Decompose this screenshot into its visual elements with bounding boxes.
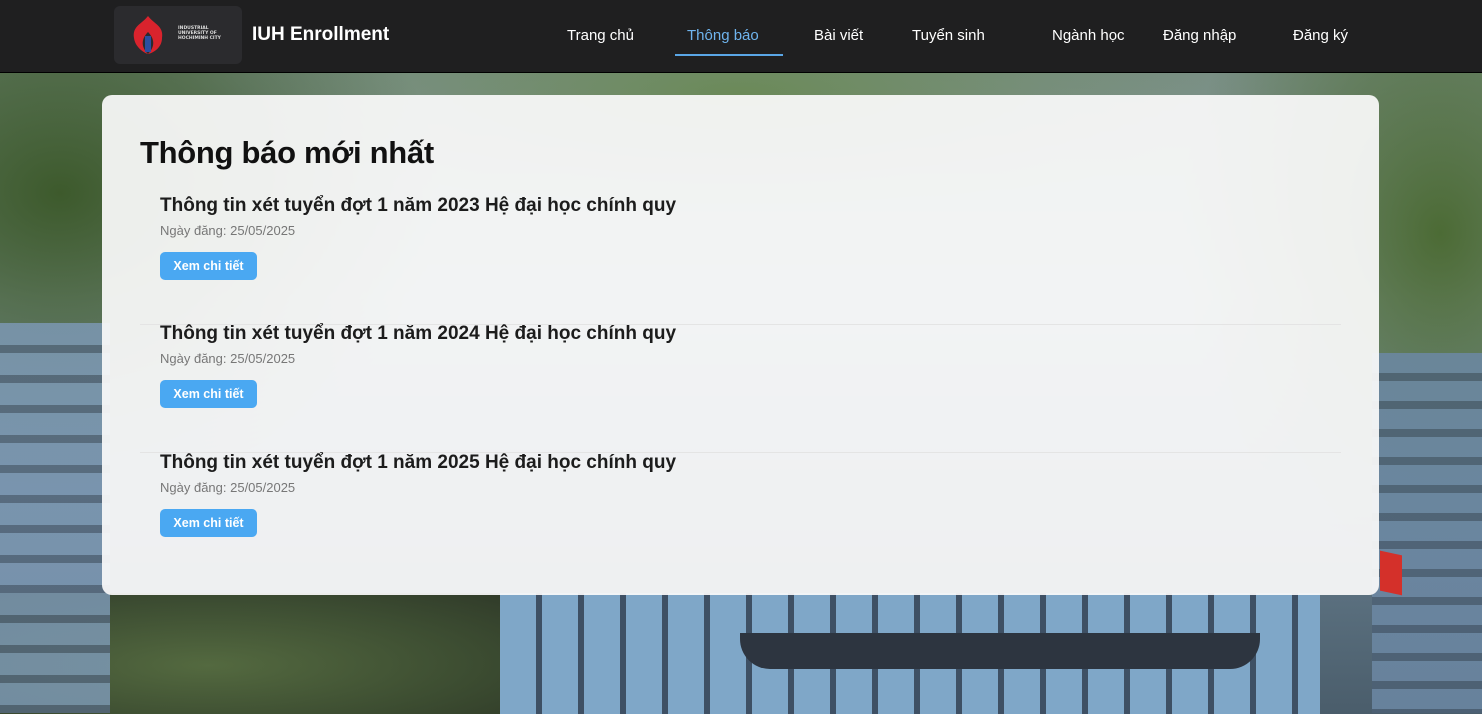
background-canopy [740,633,1260,669]
nav-majors[interactable]: Ngành học [1052,27,1125,44]
notice-title[interactable]: Thông tin xét tuyển đợt 1 năm 2025 Hệ đạ… [160,452,676,474]
brand-title[interactable]: IUH Enrollment [252,24,389,46]
nav-register[interactable]: Đăng ký [1293,27,1348,44]
nav-home[interactable]: Trang chủ [567,27,634,44]
page-title: Thông báo mới nhất [140,135,434,170]
announcements-card: Thông báo mới nhất Thông tin xét tuyển đ… [102,95,1379,595]
flame-logo-icon [133,16,163,54]
background-building-left [0,323,110,713]
top-navbar: INDUSTRIAL UNIVERSITY OF HOCHIMINH CITY … [0,0,1482,73]
view-details-button[interactable]: Xem chi tiết [160,509,257,537]
logo-caption: INDUSTRIAL UNIVERSITY OF HOCHIMINH CITY [178,26,221,41]
notice-item: Thông tin xét tuyển đợt 1 năm 2024 Hệ đạ… [140,323,1341,453]
notice-date: Ngày đăng: 25/05/2025 [160,223,296,238]
notice-item: Thông tin xét tuyển đợt 1 năm 2025 Hệ đạ… [140,452,1341,582]
view-details-button[interactable]: Xem chi tiết [160,380,257,408]
background-flag [1380,550,1402,596]
iuh-logo[interactable]: INDUSTRIAL UNIVERSITY OF HOCHIMINH CITY [114,6,242,64]
notice-date: Ngày đăng: 25/05/2025 [160,480,296,495]
nav-login[interactable]: Đăng nhập [1163,27,1236,44]
nav-announcements[interactable]: Thông báo [687,27,759,44]
notice-title[interactable]: Thông tin xét tuyển đợt 1 năm 2023 Hệ đạ… [160,195,676,217]
active-nav-indicator [675,54,783,56]
notice-item: Thông tin xét tuyển đợt 1 năm 2023 Hệ đạ… [140,195,1341,325]
nav-admissions[interactable]: Tuyển sinh [912,27,985,44]
view-details-button[interactable]: Xem chi tiết [160,252,257,280]
notice-date: Ngày đăng: 25/05/2025 [160,351,296,366]
notice-title[interactable]: Thông tin xét tuyển đợt 1 năm 2024 Hệ đạ… [160,323,676,345]
nav-posts[interactable]: Bài viết [814,27,863,44]
background-building-right [1372,353,1482,713]
